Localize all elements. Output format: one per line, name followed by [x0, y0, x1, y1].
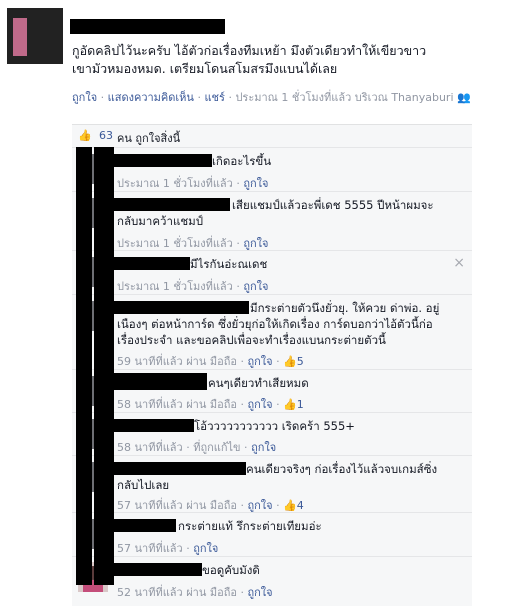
- redaction-bar: [76, 147, 92, 585]
- post-author-avatar[interactable]: [7, 8, 63, 64]
- comment-like-link[interactable]: ถูกใจ: [247, 355, 272, 368]
- avatar-photo: [13, 18, 27, 56]
- comment-meta: 57 นาทีที่แล้ว ผ่าน มือถือ · ถูกใจ · 👍4: [117, 496, 304, 514]
- comment-like-link[interactable]: ถูกใจ: [247, 398, 272, 411]
- comment-item: โอ้ววววววววววว เริดคร้า 555+ 58 นาทีที่แ…: [72, 413, 472, 456]
- redacted-commenter-name: [112, 563, 202, 576]
- comment-text-line-2: กลับมาคว้าแชมป์: [117, 213, 203, 229]
- comment-text: คนเดียวจริงๆ ก่อเรื่องไว้แล้วจบเกมส์ซิ่ง: [246, 461, 437, 477]
- comment-like-count[interactable]: 5: [297, 355, 304, 368]
- comment-item: เกิดอะไรขึ้น ประมาณ 1 ชั่วโมงที่แล้ว · ถ…: [72, 148, 472, 192]
- likes-bar: 👍 63 คน ถูกใจสิ่งนี้: [72, 125, 472, 148]
- comment-text: มีกระต่ายตัวนึงยั่วยุ. ให้ควย ด่าพ่อ. อย…: [250, 300, 439, 316]
- post-text-line-1: กูอัดคลิปไว้นะครับ ไอ้ตัวก่อเรื่องทีมเหย…: [72, 42, 492, 60]
- comment-meta: 58 นาทีที่แล้ว · ที่ถูกแก้ไข · ถูกใจ: [117, 438, 276, 456]
- comment-item: มีกระต่ายตัวนึงยั่วยุ. ให้ควย ด่าพ่อ. อย…: [72, 295, 472, 370]
- redacted-commenter-name: [112, 257, 190, 270]
- comment-like-link[interactable]: ถูกใจ: [251, 441, 276, 454]
- thumbs-up-icon[interactable]: 👍: [283, 398, 297, 411]
- comment-like-link[interactable]: ถูกใจ: [243, 237, 268, 250]
- redacted-commenter-name: [112, 519, 176, 532]
- redacted-commenter-name: [112, 373, 207, 390]
- likes-count[interactable]: 63: [99, 129, 113, 142]
- comment-meta: ประมาณ 1 ชั่วโมงที่แล้ว · ถูกใจ: [117, 234, 269, 252]
- redacted-author-name: [70, 19, 225, 34]
- comment-item: มีไรกันอ่ะณเดช ประมาณ 1 ชั่วโมงที่แล้ว ·…: [72, 251, 472, 295]
- comments-section: 👍 63 คน ถูกใจสิ่งนี้ เกิดอะไรขึ้น ประมาณ…: [72, 124, 472, 606]
- redacted-commenter-name: [112, 419, 194, 432]
- comment-text: เสียแชมป์แล้วอะพี่เดช 5555 ปีหน้าผมจะ: [232, 197, 434, 213]
- comment-item: คนๆเดียวทำเสียหมด 58 นาทีที่แล้ว ผ่าน มื…: [72, 370, 472, 413]
- comment-meta: ประมาณ 1 ชั่วโมงที่แล้ว · ถูกใจ: [117, 174, 269, 192]
- comment-text-line-2: กลับไปเลย: [117, 477, 169, 493]
- redacted-commenter-name: [112, 154, 212, 167]
- comment-item: กระต่ายแท้ รึกระต่ายเทียมอ่ะ 57 นาทีที่แ…: [72, 513, 472, 557]
- comment-like-count[interactable]: 1: [297, 398, 304, 411]
- post-text-line-2: เขามัวหมองหมด. เตรียมโดนสโมสรมึงแบนได้เล…: [72, 60, 492, 78]
- redaction-bar: [94, 147, 114, 585]
- comment-item: เสียแชมป์แล้วอะพี่เดช 5555 ปีหน้าผมจะ กล…: [72, 192, 472, 251]
- likes-label: คน ถูกใจสิ่งนี้: [117, 129, 180, 147]
- redacted-commenter-name: [112, 198, 230, 211]
- comment-meta: 52 นาทีที่แล้ว ผ่าน มือถือ · ถูกใจ: [117, 583, 273, 601]
- comment-like-count[interactable]: 4: [297, 499, 304, 512]
- comment-like-link[interactable]: ถูกใจ: [193, 542, 218, 555]
- post-comment-link[interactable]: แสดงความคิดเห็น: [108, 91, 194, 104]
- comment-text: มีไรกันอ่ะณเดช: [190, 256, 267, 272]
- thumbs-up-icon[interactable]: 👍: [283, 355, 297, 368]
- comment-meta: 57 นาทีที่แล้ว · ถูกใจ: [117, 539, 218, 557]
- redacted-commenter-name: [112, 462, 246, 475]
- post-actions: ถูกใจ · แสดงความคิดเห็น · แชร์ · ประมาณ …: [72, 88, 471, 106]
- comment-meta: 59 นาทีที่แล้ว ผ่าน มือถือ · ถูกใจ · 👍5: [117, 352, 304, 370]
- post-share-link[interactable]: แชร์: [204, 91, 224, 104]
- post-like-link[interactable]: ถูกใจ: [72, 91, 97, 104]
- comment-meta: 58 นาทีที่แล้ว ผ่าน มือถือ · ถูกใจ · 👍1: [117, 395, 304, 413]
- comment-text-line-2: เนืองๆ ต่อหน้าการ์ด ซึ่งยั่วยุก่อให้เกิด…: [117, 316, 433, 332]
- thumbs-up-icon[interactable]: 👍: [283, 499, 297, 512]
- comment-text: เกิดอะไรขึ้น: [212, 153, 271, 169]
- friends-icon: 👥: [457, 91, 471, 104]
- post-timestamp[interactable]: ประมาณ 1 ชั่วโมงที่แล้ว บริเวณ Thanyabur…: [235, 91, 453, 104]
- comment-item: คนเดียวจริงๆ ก่อเรื่องไว้แล้วจบเกมส์ซิ่ง…: [72, 456, 472, 513]
- comment-like-link[interactable]: ถูกใจ: [243, 280, 268, 293]
- close-icon[interactable]: ×: [453, 255, 465, 271]
- thumbs-up-icon: 👍: [78, 129, 92, 142]
- comment-text: โอ้ววววววววววว เริดคร้า 555+: [194, 418, 355, 434]
- comment-text: กระต่ายแท้ รึกระต่ายเทียมอ่ะ: [178, 518, 322, 534]
- comment-text: คนๆเดียวทำเสียหมด: [208, 375, 309, 391]
- comment-meta: ประมาณ 1 ชั่วโมงที่แล้ว · ถูกใจ: [117, 277, 269, 295]
- comment-text-line-3: เรื่องประจำ และขอคลิปเพื่อจะทำเรื่องแบนก…: [117, 332, 386, 348]
- comment-item: ขอดูคับมังดิ 52 นาทีที่แล้ว ผ่าน มือถือ …: [72, 557, 472, 606]
- comment-like-link[interactable]: ถูกใจ: [247, 499, 272, 512]
- comment-text: ขอดูคับมังดิ: [202, 562, 260, 578]
- comment-like-link[interactable]: ถูกใจ: [247, 586, 272, 599]
- redacted-commenter-name: [112, 301, 249, 314]
- comment-like-link[interactable]: ถูกใจ: [243, 177, 268, 190]
